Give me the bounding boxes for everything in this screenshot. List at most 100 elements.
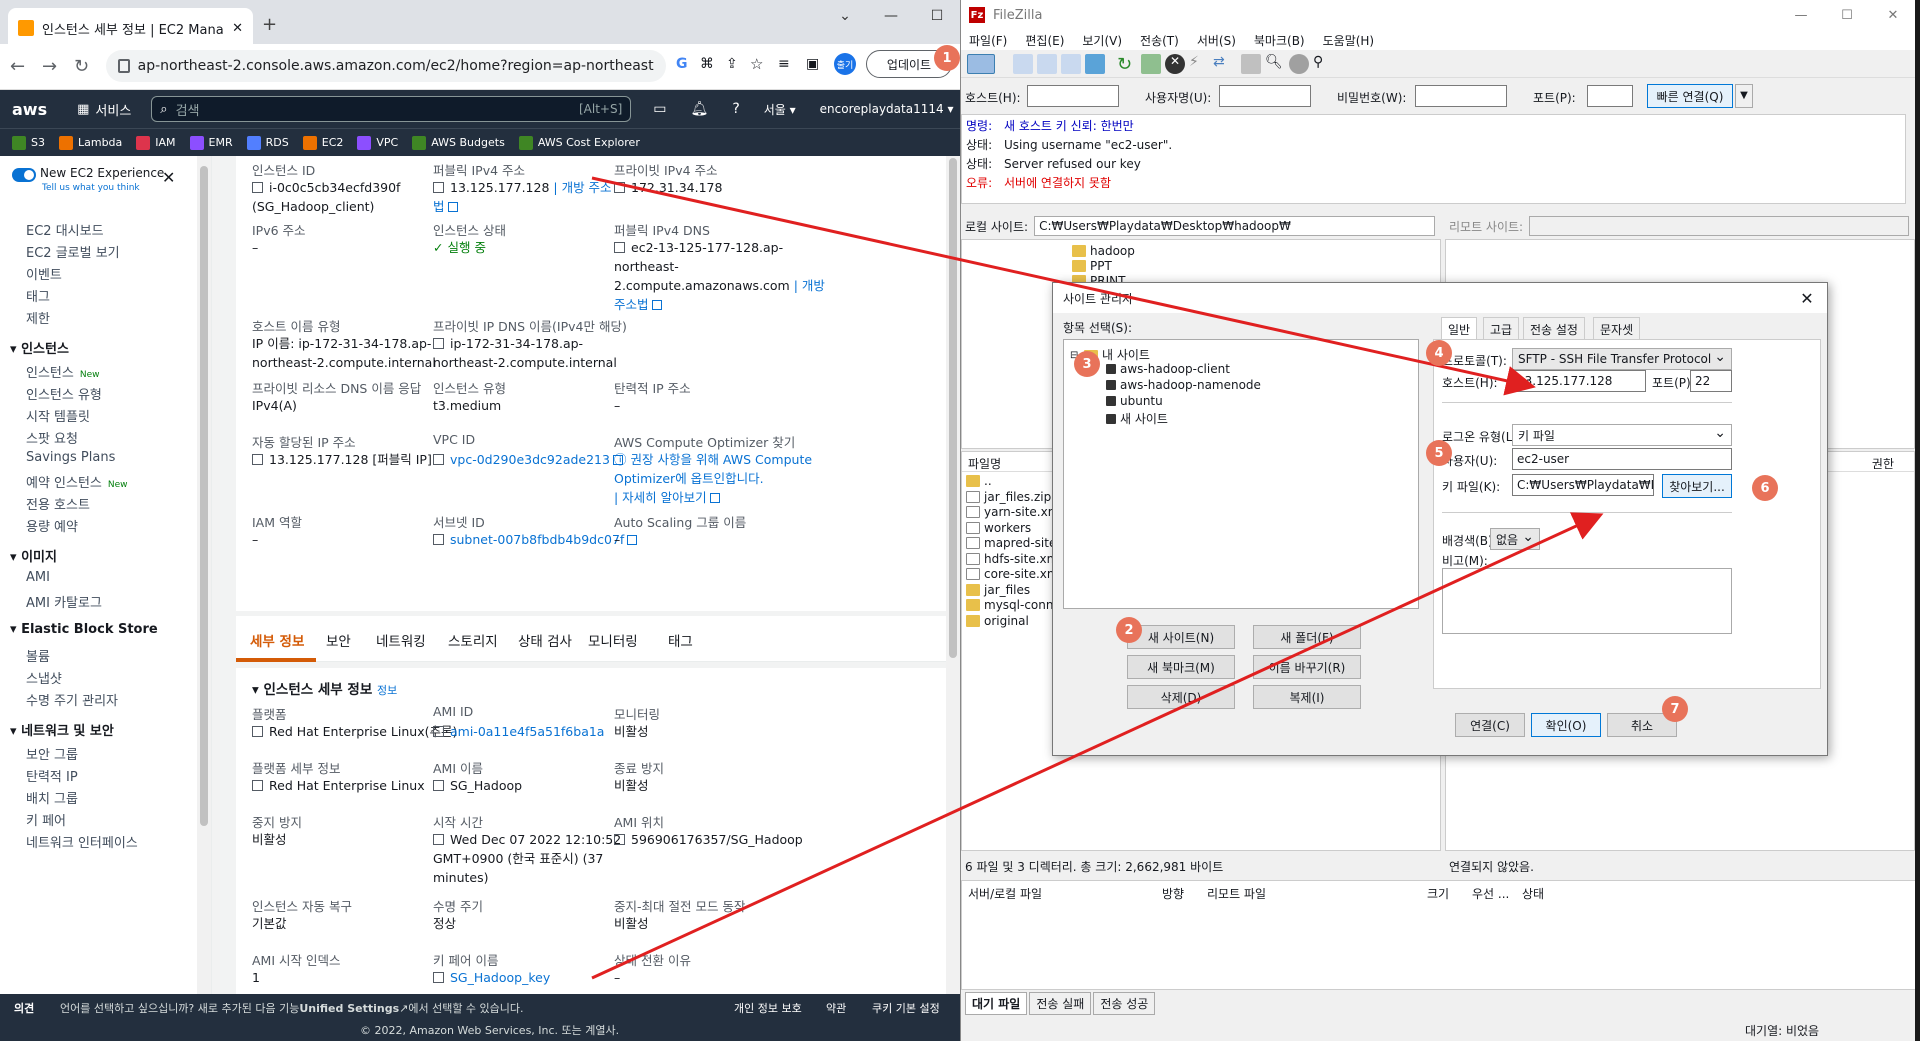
- comments-textarea[interactable]: [1442, 568, 1732, 634]
- sidebar-section-header[interactable]: ▾ 이미지: [10, 546, 57, 565]
- bell-icon[interactable]: 🔔︎: [691, 101, 709, 117]
- sidebar-item[interactable]: 태그: [26, 286, 50, 305]
- back-icon[interactable]: ←: [10, 56, 25, 77]
- google-icon[interactable]: G: [676, 56, 688, 72]
- optimizer-optin-link[interactable]: Optimizer에 옵트인합니다.: [614, 471, 764, 486]
- sidebar-item[interactable]: 스냅샷: [26, 668, 62, 687]
- sidebar-item[interactable]: 보안 그룹: [26, 744, 78, 763]
- cancel-icon[interactable]: ✕: [1165, 54, 1185, 74]
- sidebar-item[interactable]: 이벤트: [26, 264, 62, 283]
- sidebar-item[interactable]: 배치 그룹: [26, 788, 78, 807]
- copy-icon[interactable]: [433, 454, 444, 465]
- file-row[interactable]: ..: [966, 474, 992, 488]
- sidebar-item[interactable]: 용량 예약: [26, 516, 78, 535]
- queue-tab[interactable]: 전송 실패: [1029, 992, 1092, 1015]
- queue-tab[interactable]: 대기 파일: [965, 992, 1028, 1015]
- browse-button[interactable]: 찾아보기...: [1662, 474, 1732, 498]
- maximize-icon[interactable]: ☐: [1824, 8, 1870, 23]
- sidebar-item[interactable]: 키 페어: [26, 810, 66, 829]
- sidebar-item[interactable]: 전용 호스트: [26, 494, 90, 513]
- sidebar-section-header[interactable]: ▾ 네트워크 및 보안: [10, 720, 114, 739]
- tab-charset[interactable]: 문자셋: [1593, 317, 1641, 339]
- sidebar-section-header[interactable]: ▾ 인스턴스: [10, 338, 69, 357]
- file-row[interactable]: core-site.xml: [966, 567, 1062, 581]
- fz-menu-item[interactable]: 전송(T): [1140, 32, 1179, 49]
- tab-3[interactable]: 스토리지: [448, 630, 498, 650]
- bookmark-star-icon[interactable]: ☆: [750, 55, 763, 73]
- queue-tab[interactable]: 전송 성공: [1093, 992, 1156, 1015]
- info-link[interactable]: 정보: [377, 684, 397, 697]
- sync-browse-icon[interactable]: [1289, 54, 1309, 74]
- region-selector[interactable]: 서울 ▾: [764, 101, 796, 118]
- queue-col-header[interactable]: 리모트 파일: [1207, 885, 1266, 902]
- connect-button[interactable]: 연결(C): [1455, 713, 1525, 737]
- ami-id-link[interactable]: ami-0a11e4f5a51f6ba1a: [450, 724, 604, 739]
- file-row[interactable]: workers: [966, 521, 1031, 535]
- sidebar-section-header[interactable]: ▾ Elastic Block Store: [10, 622, 158, 637]
- refresh-icon[interactable]: ↻: [1117, 54, 1137, 75]
- local-path-input[interactable]: C:₩Users₩Playdata₩Desktop₩hadoop₩: [1034, 216, 1435, 236]
- tree-folder[interactable]: PPT: [1072, 259, 1112, 273]
- copy-icon[interactable]: [433, 972, 444, 983]
- host-input[interactable]: 13.125.177.128: [1512, 370, 1646, 392]
- search-input[interactable]: ⌕ 검색 [Alt+S]: [151, 96, 632, 122]
- sidebar-item[interactable]: 네트워크 인터페이스: [26, 832, 138, 851]
- sidebar-item[interactable]: EC2 글로벌 보기: [26, 242, 120, 261]
- account-menu[interactable]: encoreplaydata1114 ▾: [820, 102, 954, 116]
- copy-icon[interactable]: [433, 726, 444, 737]
- help-icon[interactable]: ?: [732, 101, 739, 117]
- file-row[interactable]: jar_files: [966, 583, 1030, 597]
- browser-tab[interactable]: 인스턴스 세부 정보 | EC2 Mana ✕: [8, 8, 253, 48]
- sidebar-item[interactable]: 인스턴스 New: [26, 362, 99, 381]
- file-row[interactable]: hdfs-site.xml: [966, 552, 1062, 566]
- qc-dropdown-icon[interactable]: ▼: [1735, 84, 1753, 108]
- fz-menu-item[interactable]: 보기(V): [1082, 32, 1122, 49]
- tab-1[interactable]: 보안: [326, 630, 351, 650]
- close-tab-icon[interactable]: ✕: [232, 21, 243, 36]
- binoculars-icon[interactable]: ⚲: [1313, 54, 1333, 74]
- forward-icon[interactable]: →: [42, 56, 57, 77]
- tab-general[interactable]: 일반: [1441, 317, 1478, 339]
- queue-col-header[interactable]: 서버/로컬 파일: [968, 885, 1042, 902]
- close-icon[interactable]: ✕: [1870, 8, 1915, 23]
- toggle-queue-icon[interactable]: [1085, 54, 1105, 74]
- favorite-item[interactable]: IAM: [136, 135, 176, 150]
- qc-host-input[interactable]: [1027, 85, 1119, 107]
- translate-icon[interactable]: ⌘: [700, 56, 714, 72]
- fz-menu-item[interactable]: 북마크(B): [1254, 32, 1305, 49]
- aws-logo[interactable]: aws: [12, 100, 47, 119]
- sidebar-item[interactable]: 예약 인스턴스 New: [26, 472, 128, 491]
- copy-icon[interactable]: [614, 242, 625, 253]
- side-panel-icon[interactable]: ▣: [806, 56, 819, 72]
- favorite-item[interactable]: EMR: [189, 135, 233, 150]
- favorite-item[interactable]: AWS Cost Explorer: [518, 135, 640, 150]
- toggle-remote-tree-icon[interactable]: [1061, 54, 1081, 74]
- delete-button[interactable]: 삭제(D): [1127, 685, 1235, 709]
- maximize-icon[interactable]: ☐: [914, 0, 960, 32]
- sidebar-item[interactable]: 인스턴스 유형: [26, 384, 102, 403]
- copy-icon[interactable]: [614, 834, 625, 845]
- file-row[interactable]: original: [966, 614, 1029, 628]
- profile-avatar[interactable]: 출기: [834, 53, 856, 75]
- ok-button[interactable]: 확인(O): [1531, 713, 1601, 737]
- favorite-item[interactable]: EC2: [302, 135, 343, 150]
- tab-2[interactable]: 네트워킹: [376, 630, 426, 650]
- services-button[interactable]: ▦ 서비스: [77, 100, 131, 119]
- close-icon[interactable]: ✕: [162, 168, 175, 187]
- sidebar-scrollbar[interactable]: [197, 156, 211, 994]
- tree-folder[interactable]: hadoop: [1072, 244, 1135, 258]
- copy-icon[interactable]: [252, 182, 263, 193]
- open-dns-link[interactable]: | 개방: [794, 278, 825, 293]
- privacy-link[interactable]: 개인 정보 보호: [734, 1000, 802, 1016]
- toggle-log-icon[interactable]: [1013, 54, 1033, 74]
- site-item[interactable]: ubuntu: [1106, 394, 1163, 408]
- copy-icon[interactable]: [433, 338, 444, 349]
- process-queue-icon[interactable]: [1141, 54, 1161, 74]
- tab-0[interactable]: 세부 정보: [250, 630, 304, 650]
- keyfile-input[interactable]: C:₩Users₩Playdata₩Download: [1512, 474, 1654, 496]
- minimize-icon[interactable]: —: [1778, 8, 1824, 23]
- minimize-icon[interactable]: —: [868, 0, 914, 32]
- qc-port-input[interactable]: [1587, 85, 1633, 107]
- quickconnect-button[interactable]: 빠른 연결(Q): [1647, 84, 1733, 108]
- site-manager-icon[interactable]: [967, 54, 995, 74]
